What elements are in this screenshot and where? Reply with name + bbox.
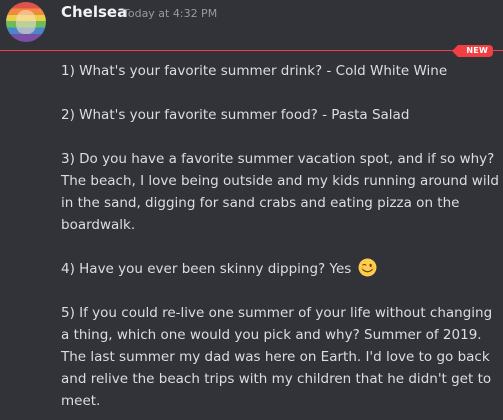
message-timestamp: Today at 4:32 PM bbox=[123, 7, 218, 20]
message-content: 1) What's your favorite summer drink? - … bbox=[61, 60, 499, 412]
new-badge: NEW bbox=[452, 45, 493, 57]
avatar-face-icon bbox=[16, 10, 36, 34]
message-author[interactable]: Chelsea bbox=[61, 3, 127, 21]
message-paragraph-4-text: 4) Have you ever been skinny dipping? Ye… bbox=[61, 261, 352, 277]
message-paragraph-2: 2) What's your favorite summer food? - P… bbox=[61, 107, 410, 123]
new-messages-divider bbox=[0, 50, 503, 51]
message-paragraph-4: 4) Have you ever been skinny dipping? Ye… bbox=[61, 258, 499, 280]
user-avatar[interactable] bbox=[6, 2, 46, 42]
message-paragraph-1: 1) What's your favorite summer drink? - … bbox=[61, 63, 448, 79]
winking-face-emoji-icon[interactable] bbox=[358, 258, 377, 277]
message-paragraph-5: 5) If you could re-live one summer of yo… bbox=[61, 305, 493, 409]
message-paragraph-3: 3) Do you have a favorite summer vacatio… bbox=[61, 151, 499, 233]
